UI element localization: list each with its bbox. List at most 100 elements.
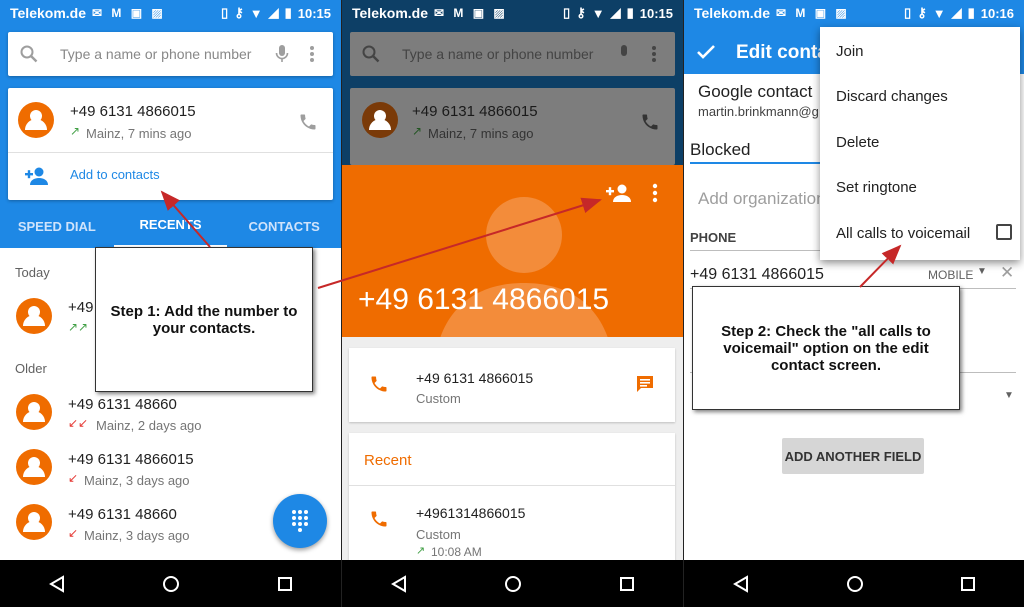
home-icon[interactable]	[846, 575, 864, 593]
search-icon	[20, 45, 38, 63]
menu-item-ringtone[interactable]: Set ringtone	[836, 179, 917, 196]
phone-icon	[371, 511, 387, 527]
dropdown-arrow-icon: ▼	[977, 266, 987, 277]
battery-icon: ▮	[626, 5, 634, 20]
card-detail: Mainz, 7 mins ago	[86, 126, 192, 141]
save-check-icon[interactable]	[696, 44, 716, 60]
wifi-icon: ▼	[591, 5, 605, 21]
contact-avatar-icon	[16, 449, 52, 485]
message-icon[interactable]	[635, 374, 655, 394]
signal-icon: ◢	[268, 5, 279, 20]
phone-field[interactable]: +49 6131 4866015	[690, 266, 824, 284]
step2-callout: Step 2: Check the "all calls to voicemai…	[692, 286, 960, 410]
carrier-label: Telekom.de	[352, 5, 428, 21]
organization-field[interactable]: Add organization	[698, 189, 826, 209]
vibrate-icon: ▯	[904, 5, 912, 20]
outgoing-call-icon: ↗↗	[68, 320, 89, 334]
key-icon: ⚷	[576, 5, 586, 20]
dialpad-button[interactable]	[273, 494, 327, 548]
list-item-number[interactable]: +49 6131 48660	[68, 506, 177, 523]
recent-call-card-dimmed: +49 6131 4866015 Mainz, 7 mins ago ↗	[350, 88, 675, 165]
tab-recents[interactable]: RECENTS	[113, 204, 228, 248]
page-title: Edit conta	[736, 42, 828, 63]
add-another-field-button[interactable]: ADD ANOTHER FIELD	[782, 438, 924, 474]
recent-heading: Recent	[364, 452, 412, 469]
key-icon: ⚷	[234, 5, 244, 20]
voicemail-checkbox[interactable]	[996, 224, 1012, 240]
step1-callout: Step 1: Add the number to your contacts.	[95, 247, 313, 392]
recent-call-card[interactable]: +49 6131 4866015 Mainz, 7 mins ago ↗ Add…	[8, 88, 333, 200]
back-icon[interactable]	[48, 574, 66, 593]
recents-icon[interactable]	[277, 576, 293, 592]
outgoing-call-icon: ↗	[416, 545, 426, 557]
overflow-menu-icon[interactable]	[303, 44, 321, 64]
tab-contacts[interactable]: CONTACTS	[227, 204, 341, 248]
name-field[interactable]: Blocked	[690, 140, 750, 160]
recents-icon[interactable]	[619, 576, 635, 592]
contact-avatar-icon	[18, 102, 54, 138]
mic-icon[interactable]	[275, 44, 289, 64]
account-email: martin.brinkmann@g	[698, 104, 819, 119]
phone-entry-number: +49 6131 4866015	[416, 370, 534, 386]
overflow-menu-icon[interactable]	[648, 182, 662, 204]
card-divider	[8, 152, 333, 153]
recent-divider	[349, 485, 675, 486]
recent-entry-number[interactable]: +4961314866015	[416, 505, 525, 521]
menu-item-delete[interactable]: Delete	[836, 134, 879, 151]
home-icon[interactable]	[504, 575, 522, 593]
dialpad-icon	[292, 510, 308, 532]
recent-entry-time: 10:08 AM	[431, 545, 482, 559]
remove-field-icon[interactable]: ✕	[1000, 263, 1014, 283]
notification-icons: ✉ M ▣ ▨	[776, 6, 850, 20]
status-right: ▯ ⚷ ▼ ◢ ▮ 10:15	[221, 5, 331, 21]
phone-section-divider	[690, 250, 822, 251]
search-input: Type a name or phone number	[402, 46, 594, 62]
recent-card: Recent +4961314866015 Custom ↗ 10:08 AM	[349, 433, 675, 563]
contact-avatar-icon	[16, 298, 52, 334]
vibrate-icon: ▯	[563, 5, 571, 20]
list-item-detail: Mainz, 2 days ago	[96, 418, 202, 433]
dropdown-arrow-icon[interactable]: ▼	[1004, 390, 1014, 401]
card-number: +49 6131 4866015	[70, 103, 196, 120]
recent-entry-type: Custom	[416, 527, 461, 542]
phone-call-icon[interactable]	[298, 112, 318, 132]
phone-entry-card[interactable]: +49 6131 4866015 Custom	[349, 348, 675, 422]
back-icon[interactable]	[732, 574, 750, 593]
status-bar: Telekom.de ✉ M ▣ ▨ ▯ ⚷ ▼ ◢ ▮ 10:15	[0, 0, 341, 26]
tab-speed-dial[interactable]: SPEED DIAL	[0, 204, 114, 248]
section-older: Older	[15, 361, 47, 376]
menu-item-discard[interactable]: Discard changes	[836, 88, 948, 105]
carrier-label: Telekom.de	[10, 5, 86, 21]
recents-icon[interactable]	[960, 576, 976, 592]
list-item-number[interactable]: +49 6131 48660	[68, 396, 177, 413]
menu-item-voicemail[interactable]: All calls to voicemail	[836, 224, 1016, 242]
add-contact-icon[interactable]	[606, 183, 632, 203]
signal-icon: ◢	[951, 5, 962, 20]
phone-type-select[interactable]: MOBILE	[928, 268, 973, 282]
phone-call-icon	[642, 114, 658, 130]
contact-header: +49 6131 4866015	[342, 165, 683, 337]
list-item-number[interactable]: +49 6131 4866015	[68, 451, 194, 468]
wifi-icon: ▼	[932, 5, 946, 21]
add-person-icon	[25, 167, 48, 185]
nav-bar	[342, 560, 683, 607]
battery-icon: ▮	[284, 5, 292, 20]
phone-entry-type: Custom	[416, 391, 461, 406]
notification-icons: ✉ M ▣ ▨	[434, 6, 508, 20]
contact-avatar-icon	[16, 504, 52, 540]
home-icon[interactable]	[162, 575, 180, 593]
menu-item-voicemail-label: All calls to voicemail	[836, 225, 971, 242]
add-to-contacts-link[interactable]: Add to contacts	[70, 167, 160, 182]
name-field-underline	[690, 162, 822, 164]
nav-bar	[684, 560, 1024, 607]
menu-item-join[interactable]: Join	[836, 43, 864, 60]
battery-icon: ▮	[967, 5, 975, 20]
search-bar[interactable]: Type a name or phone number	[8, 32, 333, 76]
phone-section-label: PHONE	[690, 230, 737, 245]
dialer-tabs: SPEED DIAL RECENTS CONTACTS	[0, 204, 341, 248]
key-icon: ⚷	[917, 5, 927, 20]
search-input[interactable]: Type a name or phone number	[60, 46, 275, 62]
account-label: Google contact	[698, 82, 813, 101]
back-icon[interactable]	[390, 574, 408, 593]
notification-icons: ✉ M ▣ ▨	[92, 6, 166, 20]
